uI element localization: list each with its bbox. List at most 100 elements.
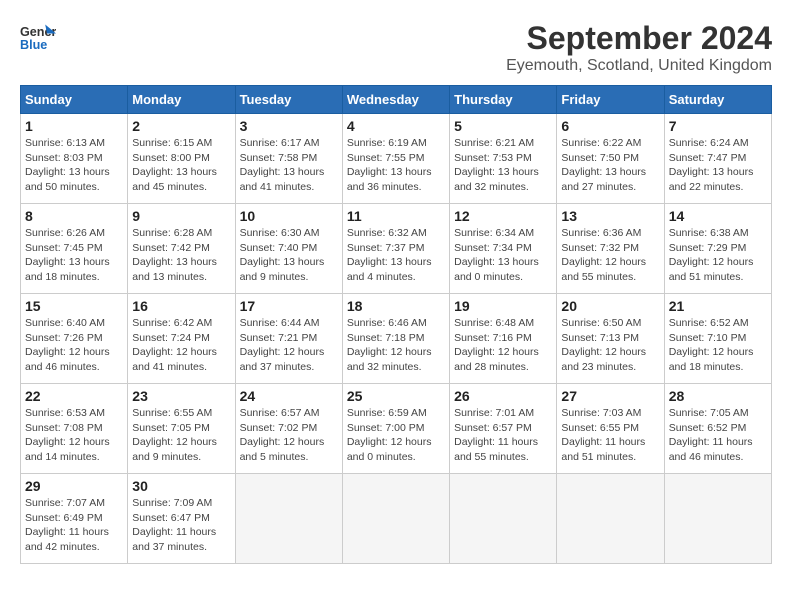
calendar-cell: 4 Sunrise: 6:19 AMSunset: 7:55 PMDaylight…	[342, 114, 449, 204]
header-cell-thursday: Thursday	[450, 86, 557, 114]
day-number: 10	[240, 208, 338, 224]
day-info: Sunrise: 6:13 AMSunset: 8:03 PMDaylight:…	[25, 136, 123, 195]
day-number: 28	[669, 388, 767, 404]
header-cell-sunday: Sunday	[21, 86, 128, 114]
calendar-cell: 11Sunrise: 6:32 AMSunset: 7:37 PMDayligh…	[342, 204, 449, 294]
calendar-week-5: 29 Sunrise: 7:07 AMSunset: 6:49 PMDayligh…	[21, 474, 772, 564]
day-number: 9	[132, 208, 230, 224]
calendar-cell: 7 Sunrise: 6:24 AMSunset: 7:47 PMDaylight…	[664, 114, 771, 204]
day-info: Sunrise: 6:50 AMSunset: 7:13 PMDaylight:…	[561, 316, 659, 375]
calendar-cell: 20 Sunrise: 6:50 AMSunset: 7:13 PMDayligh…	[557, 294, 664, 384]
calendar-body: 1 Sunrise: 6:13 AMSunset: 8:03 PMDaylight…	[21, 114, 772, 564]
calendar-cell: 23 Sunrise: 6:55 AMSunset: 7:05 PMDayligh…	[128, 384, 235, 474]
day-info: Sunrise: 6:15 AMSunset: 8:00 PMDaylight:…	[132, 136, 230, 195]
day-number: 20	[561, 298, 659, 314]
page-header: General Blue September 2024 Eyemouth, Sc…	[20, 20, 772, 75]
day-info: Sunrise: 6:46 AMSunset: 7:18 PMDaylight:…	[347, 316, 445, 375]
calendar-table: SundayMondayTuesdayWednesdayThursdayFrid…	[20, 85, 772, 564]
title-area: September 2024 Eyemouth, Scotland, Unite…	[506, 20, 772, 75]
day-info: Sunrise: 6:24 AMSunset: 7:47 PMDaylight:…	[669, 136, 767, 195]
calendar-week-1: 1 Sunrise: 6:13 AMSunset: 8:03 PMDaylight…	[21, 114, 772, 204]
day-number: 23	[132, 388, 230, 404]
calendar-cell	[342, 474, 449, 564]
calendar-cell: 3 Sunrise: 6:17 AMSunset: 7:58 PMDaylight…	[235, 114, 342, 204]
day-info: Sunrise: 6:22 AMSunset: 7:50 PMDaylight:…	[561, 136, 659, 195]
calendar-header: SundayMondayTuesdayWednesdayThursdayFrid…	[21, 86, 772, 114]
header-cell-saturday: Saturday	[664, 86, 771, 114]
day-info: Sunrise: 6:28 AMSunset: 7:42 PMDaylight:…	[132, 226, 230, 285]
day-number: 22	[25, 388, 123, 404]
day-number: 8	[25, 208, 123, 224]
day-number: 7	[669, 118, 767, 134]
day-number: 19	[454, 298, 552, 314]
day-info: Sunrise: 6:36 AMSunset: 7:32 PMDaylight:…	[561, 226, 659, 285]
calendar-cell: 12 Sunrise: 6:34 AMSunset: 7:34 PMDayligh…	[450, 204, 557, 294]
day-info: Sunrise: 6:19 AMSunset: 7:55 PMDaylight:…	[347, 136, 445, 195]
day-info: Sunrise: 6:34 AMSunset: 7:34 PMDaylight:…	[454, 226, 552, 285]
day-number: 29	[25, 478, 123, 494]
day-number: 4	[347, 118, 445, 134]
page-subtitle: Eyemouth, Scotland, United Kingdom	[506, 57, 772, 75]
calendar-cell: 15Sunrise: 6:40 AMSunset: 7:26 PMDayligh…	[21, 294, 128, 384]
day-number: 12	[454, 208, 552, 224]
calendar-cell: 29 Sunrise: 7:07 AMSunset: 6:49 PMDayligh…	[21, 474, 128, 564]
day-info: Sunrise: 6:17 AMSunset: 7:58 PMDaylight:…	[240, 136, 338, 195]
calendar-cell	[450, 474, 557, 564]
day-info: Sunrise: 6:52 AMSunset: 7:10 PMDaylight:…	[669, 316, 767, 375]
calendar-cell	[557, 474, 664, 564]
day-number: 27	[561, 388, 659, 404]
day-number: 14	[669, 208, 767, 224]
calendar-cell: 8 Sunrise: 6:26 AMSunset: 7:45 PMDaylight…	[21, 204, 128, 294]
calendar-cell: 21 Sunrise: 6:52 AMSunset: 7:10 PMDayligh…	[664, 294, 771, 384]
day-number: 26	[454, 388, 552, 404]
day-number: 3	[240, 118, 338, 134]
calendar-cell: 5 Sunrise: 6:21 AMSunset: 7:53 PMDaylight…	[450, 114, 557, 204]
day-number: 15	[25, 298, 123, 314]
day-info: Sunrise: 6:26 AMSunset: 7:45 PMDaylight:…	[25, 226, 123, 285]
day-number: 16	[132, 298, 230, 314]
day-info: Sunrise: 6:21 AMSunset: 7:53 PMDaylight:…	[454, 136, 552, 195]
calendar-cell: 2Sunrise: 6:15 AMSunset: 8:00 PMDaylight…	[128, 114, 235, 204]
calendar-cell: 9 Sunrise: 6:28 AMSunset: 7:42 PMDaylight…	[128, 204, 235, 294]
calendar-cell	[235, 474, 342, 564]
header-cell-monday: Monday	[128, 86, 235, 114]
day-number: 18	[347, 298, 445, 314]
day-info: Sunrise: 6:44 AMSunset: 7:21 PMDaylight:…	[240, 316, 338, 375]
day-info: Sunrise: 7:05 AMSunset: 6:52 PMDaylight:…	[669, 406, 767, 465]
day-info: Sunrise: 7:03 AMSunset: 6:55 PMDaylight:…	[561, 406, 659, 465]
day-info: Sunrise: 7:01 AMSunset: 6:57 PMDaylight:…	[454, 406, 552, 465]
calendar-cell: 10 Sunrise: 6:30 AMSunset: 7:40 PMDayligh…	[235, 204, 342, 294]
logo: General Blue	[20, 20, 56, 56]
day-number: 13	[561, 208, 659, 224]
header-cell-friday: Friday	[557, 86, 664, 114]
day-info: Sunrise: 6:57 AMSunset: 7:02 PMDaylight:…	[240, 406, 338, 465]
header-cell-wednesday: Wednesday	[342, 86, 449, 114]
calendar-cell: 19 Sunrise: 6:48 AMSunset: 7:16 PMDayligh…	[450, 294, 557, 384]
day-info: Sunrise: 6:55 AMSunset: 7:05 PMDaylight:…	[132, 406, 230, 465]
day-number: 17	[240, 298, 338, 314]
day-number: 21	[669, 298, 767, 314]
day-number: 24	[240, 388, 338, 404]
calendar-week-3: 15Sunrise: 6:40 AMSunset: 7:26 PMDayligh…	[21, 294, 772, 384]
day-info: Sunrise: 6:30 AMSunset: 7:40 PMDaylight:…	[240, 226, 338, 285]
day-info: Sunrise: 6:32 AMSunset: 7:37 PMDaylight:…	[347, 226, 445, 285]
calendar-cell: 27 Sunrise: 7:03 AMSunset: 6:55 PMDayligh…	[557, 384, 664, 474]
calendar-cell: 16Sunrise: 6:42 AMSunset: 7:24 PMDayligh…	[128, 294, 235, 384]
day-number: 5	[454, 118, 552, 134]
calendar-cell: 17 Sunrise: 6:44 AMSunset: 7:21 PMDayligh…	[235, 294, 342, 384]
day-info: Sunrise: 7:07 AMSunset: 6:49 PMDaylight:…	[25, 496, 123, 555]
calendar-cell: 24 Sunrise: 6:57 AMSunset: 7:02 PMDayligh…	[235, 384, 342, 474]
day-info: Sunrise: 6:38 AMSunset: 7:29 PMDaylight:…	[669, 226, 767, 285]
day-info: Sunrise: 6:48 AMSunset: 7:16 PMDaylight:…	[454, 316, 552, 375]
day-number: 30	[132, 478, 230, 494]
day-number: 1	[25, 118, 123, 134]
calendar-week-2: 8 Sunrise: 6:26 AMSunset: 7:45 PMDaylight…	[21, 204, 772, 294]
header-cell-tuesday: Tuesday	[235, 86, 342, 114]
calendar-week-4: 22Sunrise: 6:53 AMSunset: 7:08 PMDayligh…	[21, 384, 772, 474]
calendar-cell: 25Sunrise: 6:59 AMSunset: 7:00 PMDayligh…	[342, 384, 449, 474]
calendar-cell: 26 Sunrise: 7:01 AMSunset: 6:57 PMDayligh…	[450, 384, 557, 474]
page-title: September 2024	[506, 20, 772, 57]
day-info: Sunrise: 7:09 AMSunset: 6:47 PMDaylight:…	[132, 496, 230, 555]
calendar-cell: 22Sunrise: 6:53 AMSunset: 7:08 PMDayligh…	[21, 384, 128, 474]
day-info: Sunrise: 6:59 AMSunset: 7:00 PMDaylight:…	[347, 406, 445, 465]
